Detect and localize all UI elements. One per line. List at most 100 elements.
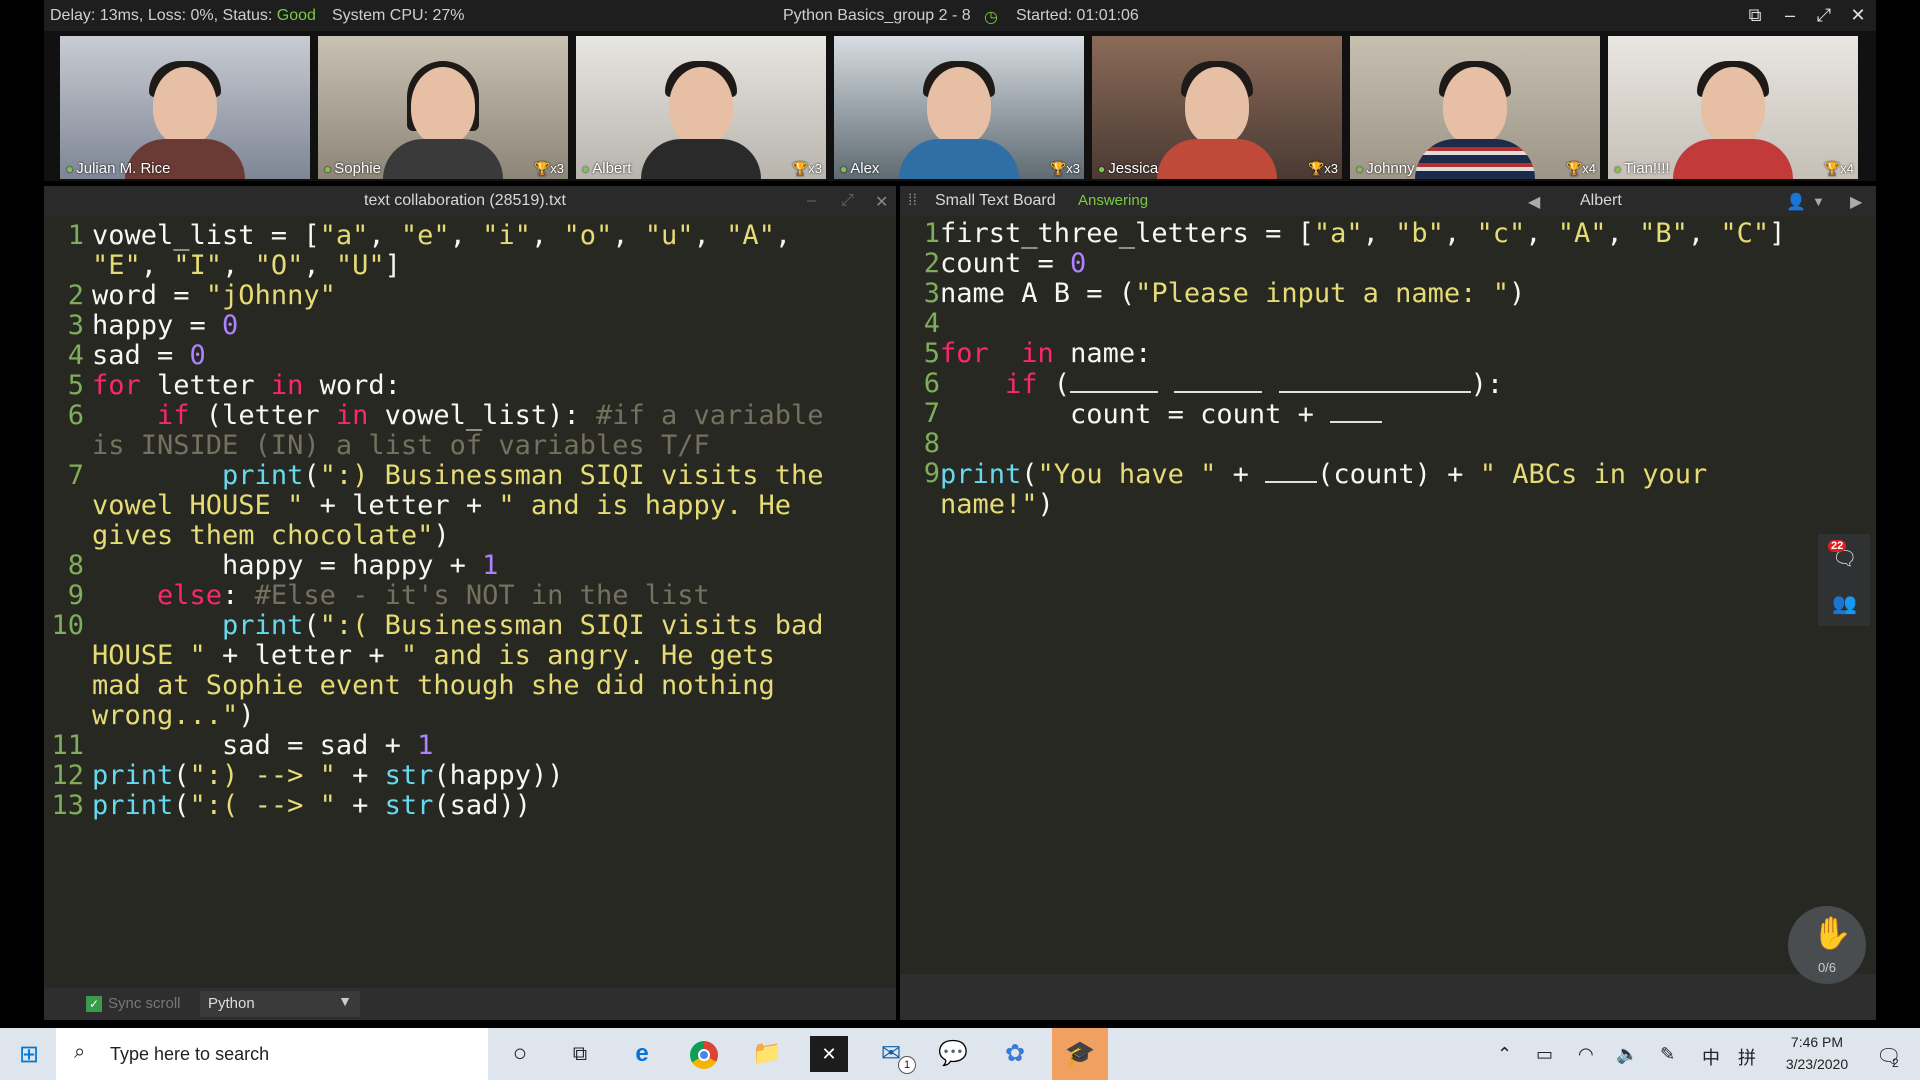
edge-browser-icon[interactable]: e — [623, 1036, 661, 1072]
chevron-up-icon[interactable]: ⌃ — [1497, 1044, 1512, 1065]
chevron-down-icon[interactable]: ▼ — [1812, 194, 1825, 209]
sync-scroll-checkbox[interactable]: ✓ — [86, 996, 102, 1012]
chrome-icon[interactable] — [685, 1036, 723, 1072]
volume-icon[interactable]: 🔈 — [1616, 1044, 1638, 1065]
next-student-icon[interactable]: ▶ — [1850, 192, 1862, 212]
task-view-icon[interactable]: ⧉ — [561, 1036, 599, 1072]
mic-icon: ● — [1356, 162, 1364, 176]
answer-blank[interactable] — [1278, 369, 1471, 393]
video-tile-jessica[interactable]: ● Jessica 🏆x3 — [1092, 36, 1342, 179]
raise-hand-button[interactable]: ✋ 0/6 — [1788, 906, 1866, 984]
student-name: Albert — [1580, 192, 1622, 209]
video-tile-albert[interactable]: ● Albert 🏆x3 — [576, 36, 826, 179]
chat-button[interactable]: 🗨 22 — [1818, 534, 1870, 580]
language-value: Python — [208, 995, 255, 1012]
answer-blank[interactable] — [1265, 459, 1318, 483]
chevron-down-icon: ▼ — [338, 993, 352, 1009]
left-panel-header: text collaboration (28519).txt – ⤢ ✕ — [44, 186, 896, 216]
participant-name: ● Albert — [582, 160, 632, 177]
trophy-count: 🏆x4 — [1824, 161, 1854, 176]
trophy-icon: 🏆 — [792, 161, 809, 176]
app-icon[interactable]: ✕ — [810, 1036, 848, 1072]
board-status: Answering — [1078, 192, 1149, 209]
trophy-icon: 🏆 — [1050, 161, 1067, 176]
close-panel-icon[interactable]: ✕ — [875, 192, 888, 212]
trophy-count: 🏆x4 — [1566, 161, 1596, 176]
close-icon[interactable]: ✕ — [1847, 4, 1869, 26]
expand-panel-icon[interactable]: ⤢ — [841, 192, 854, 210]
network-status: Delay: 13ms, Loss: 0%, Status: Good — [50, 7, 316, 25]
user-check-icon[interactable]: 👤 — [1786, 192, 1806, 212]
clock-date[interactable]: 3/23/2020 — [1775, 1056, 1859, 1072]
cortana-icon[interactable]: ○ — [501, 1036, 539, 1072]
battery-icon[interactable]: ▭ — [1536, 1044, 1553, 1065]
trophy-count: 🏆x3 — [1050, 161, 1080, 176]
pinwheel-icon[interactable]: ✿ — [996, 1036, 1034, 1072]
file-title: text collaboration (28519).txt — [364, 192, 566, 209]
notification-count: 2 — [1892, 1056, 1899, 1070]
answer-blank[interactable] — [1174, 369, 1263, 393]
trophy-icon: 🏆 — [534, 161, 551, 176]
ime-language[interactable]: 中 — [1702, 1044, 1720, 1070]
taskbar-search-box[interactable]: ⌕ Type here to search — [56, 1028, 488, 1080]
status-value: Good — [276, 7, 316, 24]
participant-name: ● Jessica — [1098, 160, 1159, 177]
people-icon: 👥 — [1832, 593, 1857, 615]
video-tile-tian[interactable]: ● Tian!!!! 🏆x4 — [1608, 36, 1858, 179]
editor-footer: ✓ Sync scroll Python ▼ — [44, 988, 896, 1020]
hand-icon: ✋ — [1812, 915, 1852, 951]
mic-icon: ● — [66, 162, 74, 176]
video-tile-julian[interactable]: ● Julian M. Rice — [60, 36, 310, 179]
cpu-usage: System CPU: 27% — [332, 7, 465, 24]
trophy-icon: 🏆 — [1824, 161, 1841, 176]
file-explorer-icon[interactable]: 📁 — [748, 1036, 786, 1072]
participants-button[interactable]: 👥 — [1818, 580, 1870, 626]
wechat-icon[interactable]: 💬 — [934, 1036, 972, 1072]
language-select[interactable]: Python ▼ — [200, 991, 360, 1017]
trophy-icon: 🏆 — [1308, 161, 1325, 176]
ime-mode[interactable]: 拼 — [1738, 1044, 1756, 1070]
video-tile-alex[interactable]: ● Alex 🏆x3 — [834, 36, 1084, 179]
text-board-footer — [900, 974, 1876, 1020]
participant-name: ● Sophie — [324, 160, 381, 177]
status-bar: Delay: 13ms, Loss: 0%, Status: Good Syst… — [44, 0, 1876, 31]
trophy-count: 🏆x3 — [1308, 161, 1338, 176]
layout-icon[interactable]: ⧉ — [1744, 4, 1766, 26]
classroom-app-icon[interactable]: 🎓 — [1052, 1028, 1108, 1080]
participant-name: ● Julian M. Rice — [66, 160, 171, 177]
windows-start-icon[interactable]: ⊞ — [10, 1037, 48, 1073]
clock-time[interactable]: 7:46 PM — [1775, 1034, 1859, 1050]
prev-student-icon[interactable]: ◀ — [1528, 192, 1540, 212]
clock-icon: ◷ — [984, 9, 998, 26]
participant-name: ● Johnny — [1356, 160, 1415, 177]
participant-name: ● Alex — [840, 160, 880, 177]
mail-badge: 1 — [898, 1056, 916, 1074]
windows-taskbar: ⊞ ⌕ Type here to search ○ ⧉ e 📁 ✕ ✉ 1 💬 … — [0, 1028, 1920, 1080]
drag-handle-icon[interactable]: ⁞⁞ — [908, 192, 917, 210]
minimize-panel-icon[interactable]: – — [807, 192, 816, 210]
mic-icon: ● — [582, 162, 590, 176]
video-strip: ● Julian M. Rice ● Sophie 🏆x3 ● Albert 🏆x3 … — [44, 31, 1876, 181]
trophy-count: 🏆x3 — [792, 161, 822, 176]
video-tile-johnny[interactable]: ● Johnny 🏆x4 — [1350, 36, 1600, 179]
code-editor-left[interactable]: 1 vowel_list = ["a", "e", "i", "o", "u", … — [44, 216, 896, 988]
mic-icon: ● — [1098, 162, 1106, 176]
status-prefix: Delay: 13ms, Loss: 0%, Status: — [50, 7, 273, 24]
mic-icon: ● — [1614, 162, 1622, 176]
video-tile-sophie[interactable]: ● Sophie 🏆x3 — [318, 36, 568, 179]
search-icon: ⌕ — [74, 1041, 86, 1063]
wifi-icon[interactable]: ◠ — [1578, 1044, 1594, 1065]
session-title: Python Basics_group 2 - 8 — [783, 7, 971, 24]
text-board-editor[interactable]: 1 first_three_letters = ["a", "b", "c", "… — [900, 216, 1876, 974]
right-panel-header: ⁞⁞ Small Text Board Answering ◀ Albert 👤… — [900, 186, 1876, 216]
pen-icon[interactable]: ✎ — [1660, 1044, 1675, 1065]
restore-icon[interactable]: ⤢ — [1813, 4, 1835, 26]
sync-scroll-label: Sync scroll — [108, 995, 181, 1012]
answer-blank[interactable] — [1330, 399, 1383, 423]
search-placeholder: Type here to search — [110, 1044, 270, 1064]
session-started: Started: 01:01:06 — [1016, 7, 1139, 24]
answer-blank[interactable] — [1070, 369, 1159, 393]
board-title: Small Text Board — [935, 192, 1056, 209]
participant-name: ● Tian!!!! — [1614, 160, 1670, 177]
minimize-icon[interactable]: – — [1779, 4, 1801, 26]
